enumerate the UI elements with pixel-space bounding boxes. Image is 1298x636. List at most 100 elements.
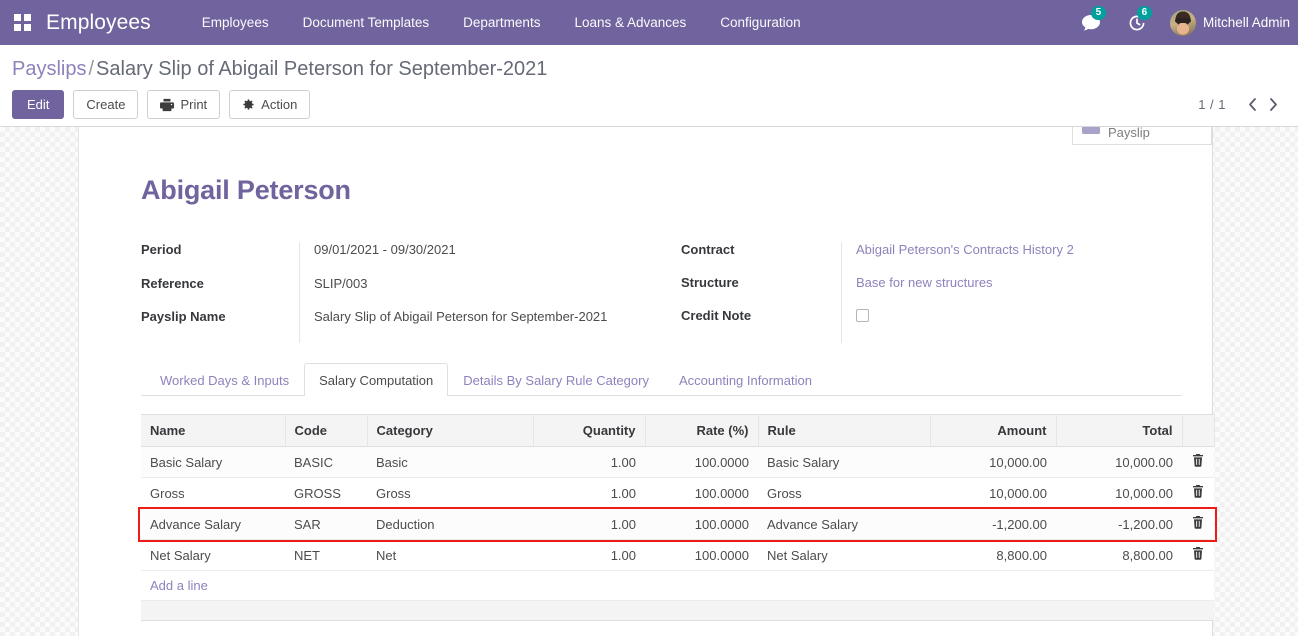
field-group-left: Period 09/01/2021 - 09/30/2021 Reference… [141,242,681,343]
pager-next-button[interactable] [1263,97,1284,112]
pager-previous-button[interactable] [1242,97,1263,112]
cell-code[interactable]: SAR [285,508,367,540]
cell-quantity[interactable]: 1.00 [533,508,645,540]
column-header-rule[interactable]: Rule [758,414,931,447]
table-row[interactable]: Net Salary NET Net 1.00 100.0000 Net Sal… [141,539,1214,571]
cell-amount[interactable]: -1,200.00 [930,508,1056,540]
salary-computation-list: Name Code Category Quantity Rate (%) Rul… [138,414,1217,621]
menu-item-employees[interactable]: Employees [185,0,286,45]
column-header-total[interactable]: Total [1056,414,1183,447]
cell-rule[interactable]: Gross [758,477,930,509]
cell-rule[interactable]: Basic Salary [758,446,930,478]
cell-name[interactable]: Net Salary [141,539,285,571]
cell-total[interactable]: -1,200.00 [1056,508,1182,540]
breadcrumb-current: Salary Slip of Abigail Peterson for Sept… [96,58,548,80]
table-row[interactable]: Basic Salary BASIC Basic 1.00 100.0000 B… [141,446,1214,478]
breadcrumb-payslips[interactable]: Payslips [12,58,86,80]
value-period[interactable]: 09/01/2021 - 09/30/2021 [299,242,681,276]
cell-name[interactable]: Gross [141,477,285,509]
chevron-left-icon [1249,98,1256,111]
cell-amount[interactable]: 8,800.00 [930,539,1056,571]
table-row[interactable]: Gross GROSS Gross 1.00 100.0000 Gross 10… [141,477,1214,509]
cell-rate[interactable]: 100.0000 [645,508,758,540]
form-view-area: Payslip Abigail Peterson Period 09/01/20… [0,127,1298,636]
gear-icon [243,99,254,110]
column-header-code[interactable]: Code [285,414,368,447]
cell-code[interactable]: GROSS [285,477,367,509]
notebook-tabs: Worked Days & Inputs Salary Computation … [141,363,1182,396]
menu-item-document-templates[interactable]: Document Templates [286,0,447,45]
menu-item-configuration[interactable]: Configuration [703,0,817,45]
field-group-right: Contract Abigail Peterson's Contracts Hi… [681,242,1101,343]
create-button[interactable]: Create [73,90,139,119]
cell-code[interactable]: NET [285,539,367,571]
chevron-right-icon [1270,98,1277,111]
cell-quantity[interactable]: 1.00 [533,446,645,478]
form-sheet: Payslip Abigail Peterson Period 09/01/20… [78,127,1217,636]
column-header-quantity[interactable]: Quantity [533,414,646,447]
column-header-category[interactable]: Category [367,414,534,447]
cell-rule[interactable]: Net Salary [758,539,930,571]
smart-button-label: Payslip [1108,127,1150,140]
cell-category[interactable]: Gross [367,477,533,509]
tab-details-by-salary-rule-category[interactable]: Details By Salary Rule Category [448,363,664,396]
tab-accounting-information[interactable]: Accounting Information [664,363,827,396]
add-a-line-link[interactable]: Add a line [150,578,208,593]
payslip-icon [1081,127,1101,140]
activities-icon[interactable]: 6 [1127,5,1152,33]
credit-note-checkbox[interactable] [856,309,869,322]
value-payslip-name[interactable]: Salary Slip of Abigail Peterson for Sept… [299,309,681,343]
avatar [1169,9,1196,36]
delete-line-button[interactable] [1182,508,1214,540]
value-contract[interactable]: Abigail Peterson's Contracts History 2 [841,242,1101,275]
edit-button[interactable]: Edit [12,90,65,119]
cell-rate[interactable]: 100.0000 [645,477,758,509]
messages-icon[interactable]: 5 [1081,5,1106,33]
cell-category[interactable]: Deduction [367,508,533,540]
cell-code[interactable]: BASIC [285,446,367,478]
cell-total[interactable]: 10,000.00 [1056,446,1182,478]
add-line-row[interactable]: Add a line [141,570,1214,601]
tab-worked-days-inputs[interactable]: Worked Days & Inputs [145,363,304,396]
table-row[interactable]: Advance Salary SAR Deduction 1.00 100.00… [141,508,1214,540]
delete-line-button[interactable] [1182,477,1214,509]
cell-amount[interactable]: 10,000.00 [930,446,1056,478]
cell-quantity[interactable]: 1.00 [533,539,645,571]
tab-salary-computation[interactable]: Salary Computation [304,363,449,396]
cell-name[interactable]: Basic Salary [141,446,285,478]
field-row-payslip-name: Payslip Name Salary Slip of Abigail Pete… [141,309,681,343]
cell-category[interactable]: Basic [367,446,533,478]
cell-rate[interactable]: 100.0000 [645,446,758,478]
cell-name[interactable]: Advance Salary [141,508,285,540]
field-groups: Period 09/01/2021 - 09/30/2021 Reference… [141,242,1182,343]
smart-button-payslip[interactable]: Payslip [1072,127,1212,145]
cell-quantity[interactable]: 1.00 [533,477,645,509]
action-button[interactable]: Action [229,90,311,119]
value-structure[interactable]: Base for new structures [841,275,1101,308]
menu-item-loans-advances[interactable]: Loans & Advances [557,0,703,45]
messages-badge: 5 [1090,5,1106,20]
column-header-name[interactable]: Name [141,414,286,447]
field-row-reference: Reference SLIP/003 [141,275,681,310]
column-header-rate[interactable]: Rate (%) [645,414,759,447]
cell-amount[interactable]: 10,000.00 [930,477,1056,509]
cell-total[interactable]: 10,000.00 [1056,477,1182,509]
label-credit-note: Credit Note [681,308,752,323]
field-row-structure: Structure Base for new structures [681,275,1101,308]
menu-item-departments[interactable]: Departments [446,0,557,45]
trash-icon [1193,547,1203,560]
trash-icon [1193,516,1203,529]
cell-rule[interactable]: Advance Salary [758,508,930,540]
cell-rate[interactable]: 100.0000 [645,539,758,571]
delete-line-button[interactable] [1182,539,1214,571]
app-brand-employees[interactable]: Employees [46,11,151,35]
user-name: Mitchell Admin [1202,15,1290,30]
value-reference[interactable]: SLIP/003 [299,275,681,310]
delete-line-button[interactable] [1182,446,1214,478]
apps-grid-icon[interactable] [14,13,32,32]
cell-total[interactable]: 8,800.00 [1056,539,1182,571]
column-header-amount[interactable]: Amount [930,414,1057,447]
user-menu[interactable]: Mitchell Admin [1169,9,1290,36]
print-button[interactable]: Print [147,90,221,119]
cell-category[interactable]: Net [367,539,533,571]
